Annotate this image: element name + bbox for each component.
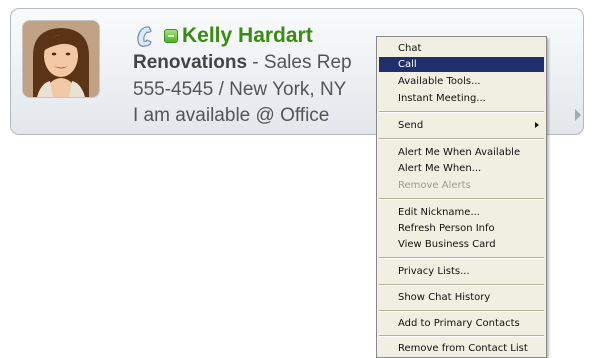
menu-item-alert-when-available[interactable]: Alert Me When Available (379, 145, 544, 160)
menu-item-remove-alerts: Remove Alerts (398, 180, 471, 191)
contact-name-row: Kelly Hardart (133, 21, 313, 51)
presence-available-icon (164, 29, 178, 43)
menu-item-remove-from-contact-list[interactable]: Remove from Contact List (379, 341, 544, 356)
menu-item-add-to-primary-contacts[interactable]: Add to Primary Contacts (379, 316, 544, 331)
menu-item-refresh-person-info[interactable]: Refresh Person Info (379, 221, 544, 236)
phone-icon[interactable] (133, 23, 159, 49)
menu-item-view-business-card[interactable]: View Business Card (379, 237, 544, 252)
menu-item-alert-when[interactable]: Alert Me When... (379, 161, 544, 176)
menu-item-instant-meeting[interactable]: Instant Meeting... (379, 91, 544, 106)
job-role: - Sales Rep (247, 52, 352, 73)
submenu-arrow-icon (535, 122, 539, 128)
context-menu: Chat Call Available Tools... Instant Mee… (376, 36, 547, 358)
menu-separator (379, 310, 544, 312)
menu-separator (379, 284, 544, 286)
menu-item-privacy-lists[interactable]: Privacy Lists... (379, 264, 544, 279)
menu-separator (379, 335, 544, 337)
menu-item-chat[interactable]: Chat (379, 41, 544, 56)
menu-separator (379, 111, 544, 113)
menu-separator (379, 198, 544, 200)
menu-separator (379, 257, 544, 259)
menu-item-send[interactable]: Send (379, 118, 544, 133)
phone-location: 555-4545 / New York, NY (133, 79, 347, 100)
menu-item-send-label: Send (398, 120, 424, 131)
chevron-right-icon[interactable] (575, 109, 581, 121)
menu-item-available-tools[interactable]: Available Tools... (379, 74, 544, 89)
company-line: Renovations - Sales Rep (133, 52, 352, 74)
menu-separator (379, 138, 544, 140)
status-note: I am available @ Office (133, 105, 330, 126)
menu-item-call[interactable]: Call (379, 57, 544, 72)
menu-item-edit-nickname[interactable]: Edit Nickname... (379, 205, 544, 220)
avatar[interactable] (22, 20, 100, 98)
company-name: Renovations (133, 52, 248, 73)
menu-item-show-chat-history[interactable]: Show Chat History (379, 290, 544, 305)
contact-name[interactable]: Kelly Hardart (182, 24, 313, 48)
